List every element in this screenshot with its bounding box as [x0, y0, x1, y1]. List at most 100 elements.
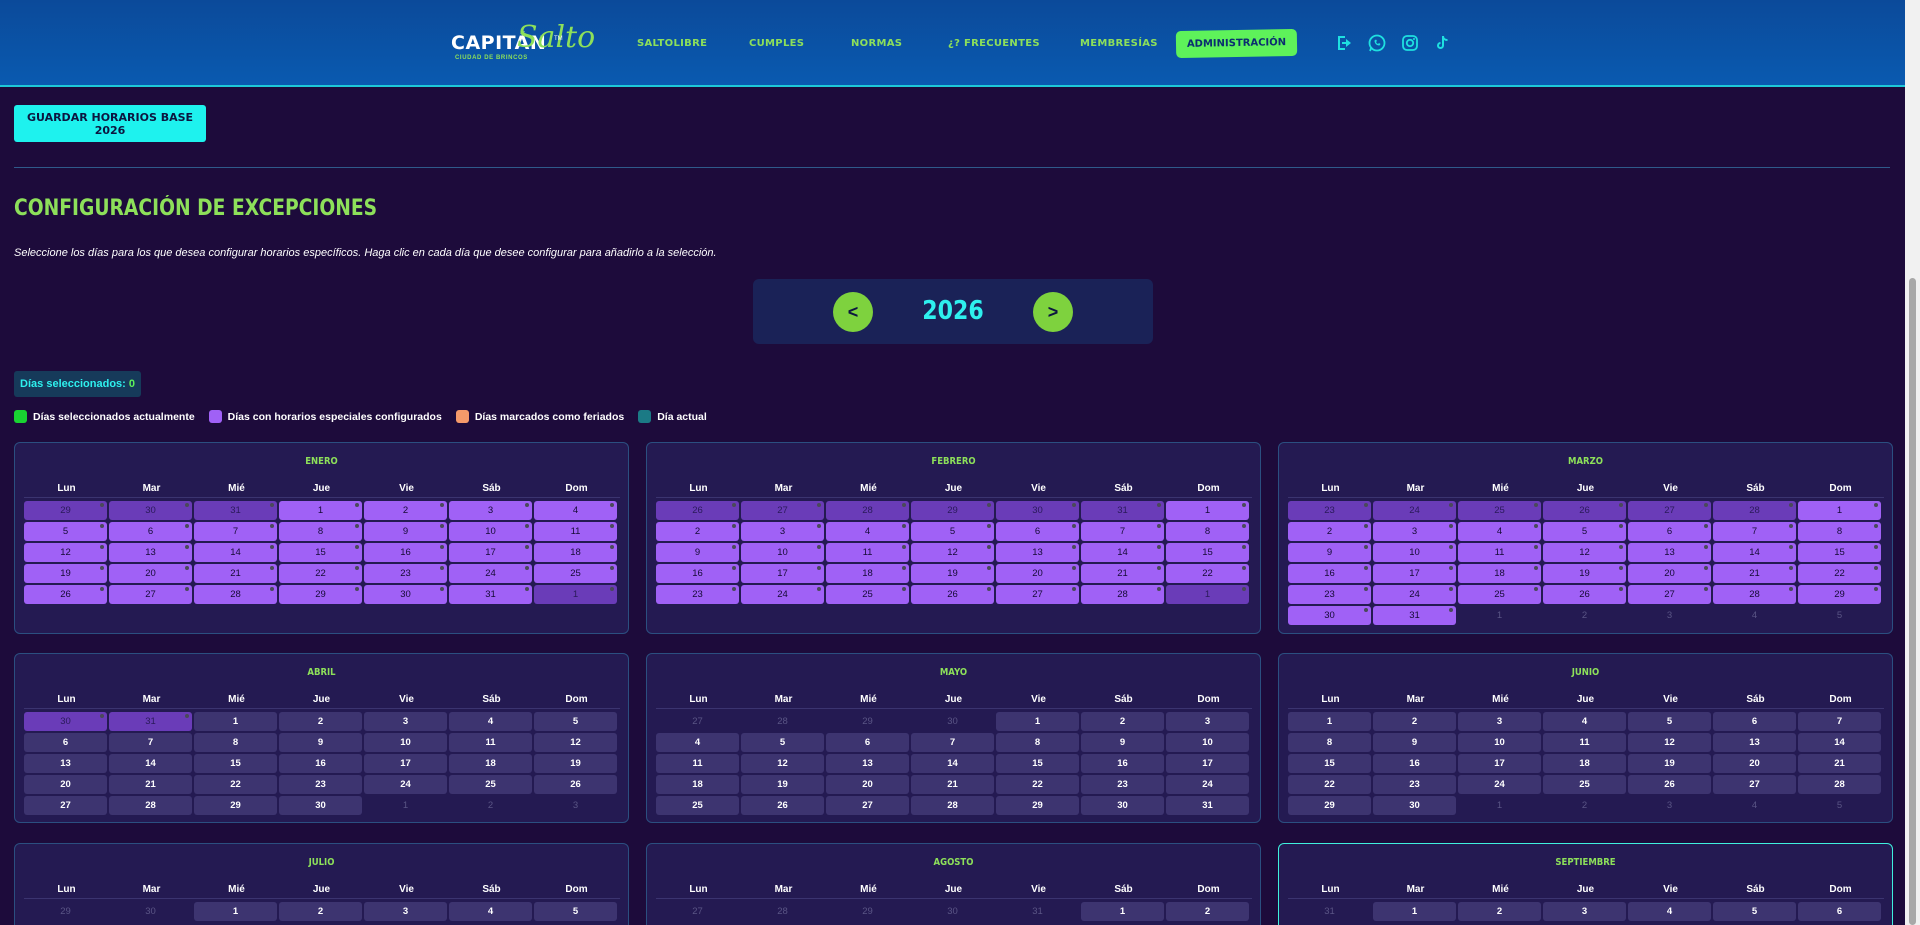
calendar-day[interactable]: 5: [741, 733, 824, 752]
calendar-day[interactable]: 30: [109, 501, 192, 520]
calendar-day[interactable]: 5: [911, 522, 994, 541]
calendar-day[interactable]: 28: [194, 585, 277, 604]
calendar-day[interactable]: 2: [1373, 712, 1456, 731]
calendar-day[interactable]: 8: [1288, 733, 1371, 752]
calendar-day[interactable]: 19: [1543, 564, 1626, 583]
calendar-day[interactable]: 11: [449, 733, 532, 752]
calendar-day[interactable]: 6: [826, 733, 909, 752]
calendar-day[interactable]: 3: [1628, 606, 1711, 625]
calendar-day[interactable]: 30: [109, 902, 192, 921]
calendar-day[interactable]: 12: [911, 543, 994, 562]
calendar-day[interactable]: 13: [996, 543, 1079, 562]
calendar-day[interactable]: 22: [1798, 564, 1881, 583]
calendar-day[interactable]: 7: [911, 733, 994, 752]
calendar-day[interactable]: 5: [1798, 796, 1881, 815]
calendar-day[interactable]: 26: [911, 585, 994, 604]
calendar-day[interactable]: 25: [1543, 775, 1626, 794]
calendar-day[interactable]: 17: [1166, 754, 1249, 773]
calendar-day[interactable]: 18: [449, 754, 532, 773]
calendar-day[interactable]: 29: [911, 501, 994, 520]
calendar-day[interactable]: 20: [109, 564, 192, 583]
calendar-day[interactable]: 15: [1166, 543, 1249, 562]
calendar-day[interactable]: 17: [364, 754, 447, 773]
calendar-day[interactable]: 29: [1798, 585, 1881, 604]
calendar-day[interactable]: 26: [24, 585, 107, 604]
calendar-day[interactable]: 2: [364, 501, 447, 520]
calendar-day[interactable]: 29: [279, 585, 362, 604]
calendar-day[interactable]: 10: [1458, 733, 1541, 752]
calendar-day[interactable]: 22: [279, 564, 362, 583]
calendar-day[interactable]: 7: [1713, 522, 1796, 541]
calendar-day[interactable]: 27: [24, 796, 107, 815]
calendar-day[interactable]: 26: [1628, 775, 1711, 794]
calendar-day[interactable]: 28: [826, 501, 909, 520]
calendar-day[interactable]: 28: [741, 712, 824, 731]
calendar-day[interactable]: 8: [279, 522, 362, 541]
calendar-day[interactable]: 23: [279, 775, 362, 794]
calendar-day[interactable]: 4: [1713, 796, 1796, 815]
calendar-day[interactable]: 27: [1628, 585, 1711, 604]
calendar-day[interactable]: 29: [24, 501, 107, 520]
calendar-day[interactable]: 27: [1628, 501, 1711, 520]
calendar-day[interactable]: 31: [1373, 606, 1456, 625]
calendar-day[interactable]: 2: [1543, 796, 1626, 815]
calendar-day[interactable]: 3: [1543, 902, 1626, 921]
calendar-day[interactable]: 24: [1373, 501, 1456, 520]
calendar-day[interactable]: 26: [534, 775, 617, 794]
calendar-day[interactable]: 18: [826, 564, 909, 583]
calendar-day[interactable]: 15: [996, 754, 1079, 773]
calendar-day[interactable]: 31: [1288, 902, 1371, 921]
calendar-day[interactable]: 6: [1713, 712, 1796, 731]
calendar-day[interactable]: 12: [534, 733, 617, 752]
calendar-day[interactable]: 28: [1798, 775, 1881, 794]
calendar-day[interactable]: 22: [1288, 775, 1371, 794]
calendar-day[interactable]: 5: [24, 522, 107, 541]
calendar-day[interactable]: 11: [534, 522, 617, 541]
calendar-day[interactable]: 1: [194, 712, 277, 731]
nav-frecuentes[interactable]: ¿? FRECUENTES: [948, 38, 1040, 49]
calendar-day[interactable]: 18: [1543, 754, 1626, 773]
calendar-day[interactable]: 1: [1798, 501, 1881, 520]
calendar-day[interactable]: 2: [1543, 606, 1626, 625]
calendar-day[interactable]: 24: [1373, 585, 1456, 604]
calendar-day[interactable]: 29: [24, 902, 107, 921]
calendar-day[interactable]: 2: [1288, 522, 1371, 541]
calendar-day[interactable]: 22: [194, 775, 277, 794]
calendar-day[interactable]: 1: [279, 501, 362, 520]
calendar-day[interactable]: 14: [911, 754, 994, 773]
calendar-day[interactable]: 30: [24, 712, 107, 731]
calendar-day[interactable]: 3: [364, 902, 447, 921]
calendar-day[interactable]: 12: [24, 543, 107, 562]
calendar-day[interactable]: 5: [1713, 902, 1796, 921]
calendar-day[interactable]: 1: [1458, 796, 1541, 815]
calendar-day[interactable]: 26: [656, 501, 739, 520]
calendar-day[interactable]: 30: [911, 902, 994, 921]
calendar-day[interactable]: 25: [826, 585, 909, 604]
calendar-day[interactable]: 7: [1081, 522, 1164, 541]
calendar-day[interactable]: 28: [109, 796, 192, 815]
calendar-day[interactable]: 23: [364, 564, 447, 583]
calendar-day[interactable]: 29: [826, 902, 909, 921]
calendar-day[interactable]: 23: [1288, 501, 1371, 520]
calendar-day[interactable]: 16: [1373, 754, 1456, 773]
nav-admin-button[interactable]: ADMINISTRACIÓN: [1175, 28, 1298, 59]
calendar-day[interactable]: 28: [1713, 585, 1796, 604]
calendar-day[interactable]: 21: [911, 775, 994, 794]
calendar-day[interactable]: 16: [656, 564, 739, 583]
calendar-day[interactable]: 6: [996, 522, 1079, 541]
calendar-day[interactable]: 20: [24, 775, 107, 794]
calendar-day[interactable]: 23: [1373, 775, 1456, 794]
calendar-day[interactable]: 19: [534, 754, 617, 773]
calendar-day[interactable]: 13: [1628, 543, 1711, 562]
calendar-day[interactable]: 2: [279, 712, 362, 731]
calendar-day[interactable]: 15: [1288, 754, 1371, 773]
calendar-day[interactable]: 31: [109, 712, 192, 731]
calendar-day[interactable]: 27: [656, 902, 739, 921]
calendar-day[interactable]: 23: [1288, 585, 1371, 604]
calendar-day[interactable]: 29: [826, 712, 909, 731]
calendar-day[interactable]: 30: [364, 585, 447, 604]
calendar-day[interactable]: 8: [194, 733, 277, 752]
calendar-day[interactable]: 18: [656, 775, 739, 794]
calendar-day[interactable]: 1: [1166, 585, 1249, 604]
scrollbar-thumb[interactable]: [1909, 278, 1916, 925]
